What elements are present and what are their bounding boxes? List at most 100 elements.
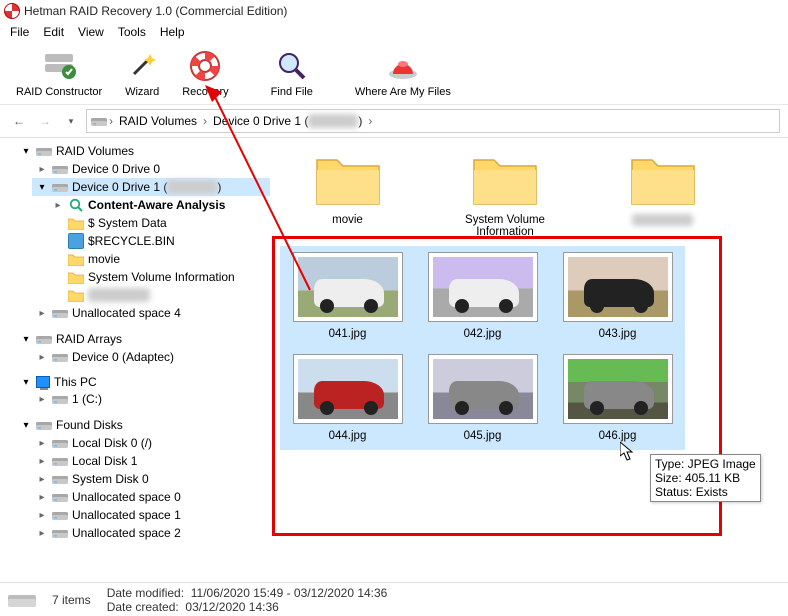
tree-label: $ System Data [88, 216, 167, 230]
tool-raid-constructor[interactable]: RAID Constructor [10, 46, 108, 100]
wand-icon [124, 48, 160, 84]
tool-recovery[interactable]: Recovery [176, 46, 234, 100]
status-created-label: Date created: [107, 600, 179, 614]
tooltip-status: Status: Exists [655, 485, 756, 499]
tree-blurred-folder[interactable]: xxxxxxx [48, 286, 270, 304]
disk-icon [91, 113, 107, 129]
tree-movie[interactable]: movie [48, 250, 270, 268]
tile-label: 044.jpg [329, 430, 367, 442]
disk-icon [52, 161, 68, 177]
nav-back-button[interactable]: ← [8, 110, 30, 132]
image-tile-041[interactable]: 041.jpg [280, 246, 415, 348]
tree-raid-arrays[interactable]: RAID Arrays [16, 330, 270, 348]
crumb-raid-volumes[interactable]: RAID Volumes [115, 114, 201, 128]
status-bar: 7 items Date modified: 11/06/2020 15:49 … [0, 582, 788, 616]
tool-where-are-my-files[interactable]: Where Are My Files [349, 46, 457, 100]
tree-device-0-drive-0[interactable]: Device 0 Drive 0 [32, 160, 270, 178]
tree-device-adaptec[interactable]: Device 0 (Adaptec) [32, 348, 270, 366]
magnifier-icon [68, 197, 84, 213]
tool-label: Where Are My Files [355, 86, 451, 98]
folder-icon [470, 150, 540, 208]
tree-unallocated-0[interactable]: Unallocated space 0 [32, 488, 270, 506]
tree-unallocated-2[interactable]: Unallocated space 2 [32, 524, 270, 542]
tree-label: Local Disk 1 [72, 454, 137, 468]
folder-tile-blurred[interactable]: xxxxxxx [595, 144, 730, 246]
tree-label: Content-Aware Analysis [88, 198, 225, 212]
tree-label: xxxxxxx [88, 288, 150, 302]
status-modified-value: 11/06/2020 15:49 - 03/12/2020 14:36 [191, 586, 388, 600]
tree-unallocated-4[interactable]: Unallocated space 4 [32, 304, 270, 322]
image-tile-044[interactable]: 044.jpg [280, 348, 415, 450]
tile-label: xxxxxxx [632, 214, 692, 226]
disk-icon [52, 179, 68, 195]
tree-system-disk-0[interactable]: System Disk 0 [32, 470, 270, 488]
tree-drive-c[interactable]: 1 (C:) [32, 390, 270, 408]
recycle-icon [68, 233, 84, 249]
folder-tile-movie[interactable]: movie [280, 144, 415, 246]
tool-label: Recovery [182, 86, 228, 98]
tile-label: 043.jpg [599, 328, 637, 340]
tree-this-pc[interactable]: This PC [16, 374, 270, 390]
disk-icon [8, 591, 36, 609]
folder-icon [628, 150, 698, 208]
tool-label: Find File [271, 86, 313, 98]
image-tile-043[interactable]: 043.jpg [550, 246, 685, 348]
menu-view[interactable]: View [72, 23, 110, 41]
content-area[interactable]: movie System Volume Information xxxxxxx … [270, 138, 788, 582]
lifebuoy-icon [187, 48, 223, 84]
window-title: Hetman RAID Recovery 1.0 (Commercial Edi… [24, 4, 287, 18]
tree-label: System Volume Information [88, 270, 235, 284]
folder-icon [68, 287, 84, 303]
tree-found-disks[interactable]: Found Disks [16, 416, 270, 434]
status-item-count: 7 items [52, 593, 91, 607]
disk-icon [52, 435, 68, 451]
tile-label: movie [332, 214, 363, 226]
folder-tile-svi[interactable]: System Volume Information [415, 144, 595, 246]
image-tile-045[interactable]: 045.jpg [415, 348, 550, 450]
breadcrumb[interactable]: › RAID Volumes › Device 0 Drive 1 (xxxxx… [86, 109, 780, 133]
thumbnail [293, 252, 403, 322]
tree-raid-volumes[interactable]: RAID Volumes [16, 142, 270, 160]
tree-label: Found Disks [56, 418, 123, 432]
disk-icon [36, 331, 52, 347]
raid-icon [41, 48, 77, 84]
buzzer-icon [385, 48, 421, 84]
menu-file[interactable]: File [4, 23, 35, 41]
tree-unallocated-1[interactable]: Unallocated space 1 [32, 506, 270, 524]
nav-bar: ← → ▾ › RAID Volumes › Device 0 Drive 1 … [0, 104, 788, 137]
menu-edit[interactable]: Edit [37, 23, 70, 41]
magnifier-icon [274, 48, 310, 84]
disk-icon [52, 507, 68, 523]
nav-dropdown-button[interactable]: ▾ [60, 110, 82, 132]
tree-label: RAID Volumes [56, 144, 134, 158]
tree-system-data[interactable]: $ System Data [48, 214, 270, 232]
crumb-device[interactable]: Device 0 Drive 1 (xxxxx) [209, 114, 366, 128]
tree-content-aware[interactable]: Content-Aware Analysis [48, 196, 270, 214]
app-icon [4, 3, 20, 19]
tool-find-file[interactable]: Find File [265, 46, 319, 100]
tooltip-size: Size: 405.11 KB [655, 471, 756, 485]
tree-local-disk-0[interactable]: Local Disk 0 (/) [32, 434, 270, 452]
disk-icon [52, 453, 68, 469]
tree-label: Unallocated space 0 [72, 490, 181, 504]
disk-icon [52, 391, 68, 407]
disk-icon [52, 471, 68, 487]
tile-label: 046.jpg [599, 430, 637, 442]
tree-device-0-drive-1[interactable]: Device 0 Drive 1 (xxxxx) [32, 178, 270, 196]
tree-recycle-bin[interactable]: $RECYCLE.BIN [48, 232, 270, 250]
image-tile-046[interactable]: 046.jpg [550, 348, 685, 450]
disk-icon [52, 349, 68, 365]
tool-wizard[interactable]: Wizard [118, 46, 166, 100]
menu-help[interactable]: Help [154, 23, 191, 41]
tree-svi[interactable]: System Volume Information [48, 268, 270, 286]
image-tile-042[interactable]: 042.jpg [415, 246, 550, 348]
tree-label: This PC [54, 375, 97, 389]
tree-local-disk-1[interactable]: Local Disk 1 [32, 452, 270, 470]
disk-icon [36, 143, 52, 159]
nav-forward-button[interactable]: → [34, 110, 56, 132]
tool-label: RAID Constructor [16, 86, 102, 98]
disk-icon [52, 489, 68, 505]
menu-tools[interactable]: Tools [112, 23, 152, 41]
folder-tree[interactable]: RAID Volumes Device 0 Drive 0 Device 0 D… [0, 138, 270, 582]
tile-label: 042.jpg [464, 328, 502, 340]
